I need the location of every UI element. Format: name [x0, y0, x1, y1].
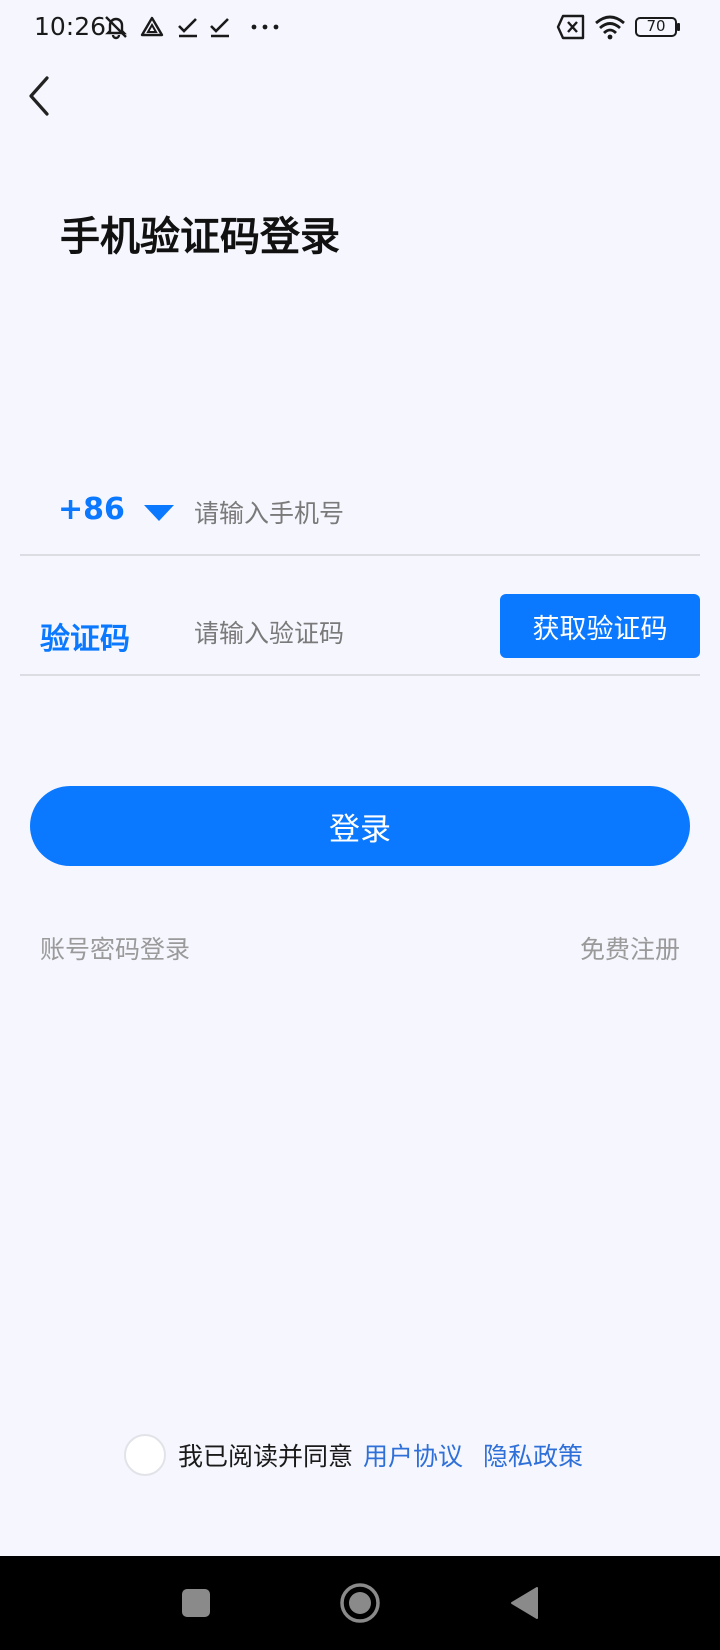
square-icon	[182, 1589, 210, 1617]
get-code-button[interactable]: 获取验证码	[500, 594, 700, 658]
chevron-left-icon	[29, 76, 49, 116]
home-circle-icon	[340, 1583, 380, 1623]
login-button[interactable]: 登录	[30, 786, 690, 866]
back-button[interactable]	[14, 68, 64, 124]
chevron-down-icon[interactable]	[144, 505, 174, 525]
home-button[interactable]	[330, 1556, 390, 1650]
agree-text: 我已阅读并同意	[178, 1442, 354, 1471]
privacy-policy-link[interactable]: 隐私政策	[483, 1437, 583, 1473]
more-dots-icon	[250, 12, 280, 42]
phone-input[interactable]	[194, 492, 694, 534]
triangle-back-icon	[511, 1587, 538, 1619]
login-screen: 10:26 70 手机验证码登录 +86 请输入手机号 验证码 请输入验证码 获…	[0, 0, 720, 1650]
code-label: 验证码	[40, 622, 130, 657]
divider	[20, 554, 700, 556]
register-link[interactable]: 免费注册	[580, 930, 680, 966]
wifi-icon	[594, 12, 626, 42]
sim-x-icon	[556, 12, 586, 42]
mute-icon	[102, 12, 130, 42]
password-login-link[interactable]: 账号密码登录	[40, 930, 190, 966]
agree-checkbox[interactable]	[124, 1434, 166, 1476]
check-icon	[208, 12, 232, 42]
status-time: 10:26	[34, 12, 107, 41]
battery-level: 70	[646, 17, 666, 35]
country-code-selector[interactable]: +86	[58, 492, 125, 527]
page-title: 手机验证码登录	[60, 214, 340, 260]
recents-button[interactable]	[166, 1556, 226, 1650]
code-input[interactable]	[194, 612, 484, 654]
check-icon	[176, 12, 200, 42]
status-bar: 10:26 70	[0, 0, 720, 56]
agreement-row: 我已阅读并同意 用户协议 隐私政策	[124, 1434, 603, 1476]
divider	[20, 674, 700, 676]
drive-icon	[140, 12, 164, 42]
user-agreement-link[interactable]: 用户协议	[363, 1437, 463, 1473]
back-nav-button[interactable]	[494, 1556, 554, 1650]
system-nav-bar	[0, 1556, 720, 1650]
